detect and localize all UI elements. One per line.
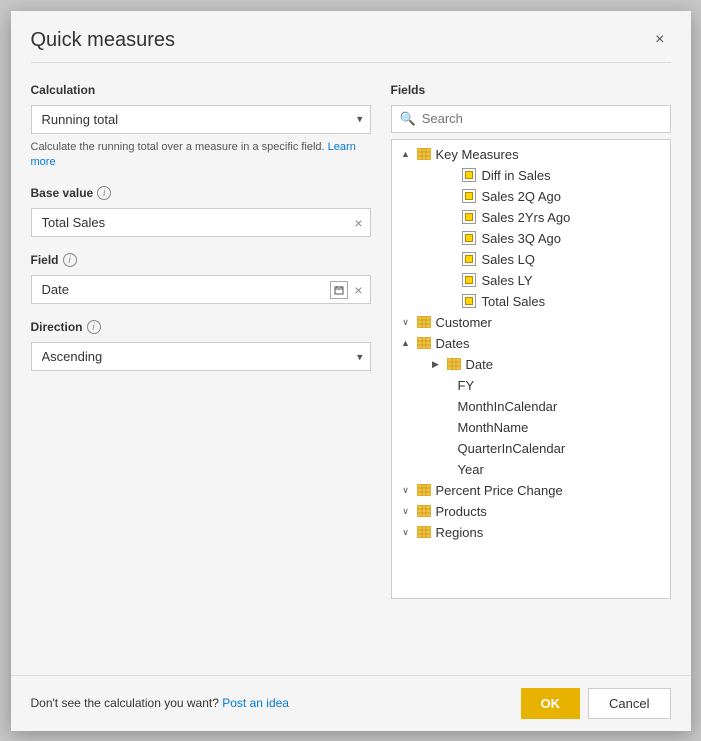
measure-icon	[462, 189, 476, 203]
field-item-sales-2q-ago[interactable]: Sales 2Q Ago	[392, 186, 670, 207]
products-table-icon	[416, 504, 432, 518]
search-input[interactable]	[422, 111, 662, 126]
fields-tree: ▲ Key Measures	[391, 139, 671, 599]
tree-group-dates[interactable]: ▲ Dates	[392, 333, 670, 354]
tree-folder-date[interactable]: ▶ Date	[392, 354, 670, 375]
direction-info-icon: i	[87, 320, 101, 334]
tree-group-regions[interactable]: ∨ Regions	[392, 522, 670, 543]
regions-chevron: ∨	[400, 527, 412, 538]
field-label-sales-ly: Sales LY	[482, 273, 533, 288]
regions-table-icon	[416, 525, 432, 539]
base-value-input-wrapper: ×	[31, 208, 371, 237]
date-folder-label: Date	[466, 357, 493, 372]
products-chevron: ∨	[400, 506, 412, 517]
field-clear-button[interactable]: ×	[352, 282, 364, 298]
field-item-year[interactable]: Year	[392, 459, 670, 480]
field-label-sales-3q-ago: Sales 3Q Ago	[482, 231, 562, 246]
field-item-sales-lq[interactable]: Sales LQ	[392, 249, 670, 270]
customer-table-icon	[416, 315, 432, 329]
measure-icon	[462, 273, 476, 287]
field-item-monthincalendar[interactable]: MonthInCalendar	[392, 396, 670, 417]
field-calendar-icon	[330, 281, 348, 299]
tree-group-customer[interactable]: ∨ Customer	[392, 312, 670, 333]
field-label-diff-in-sales: Diff in Sales	[482, 168, 551, 183]
key-measures-chevron: ▲	[400, 149, 412, 159]
quick-measures-dialog: Quick measures × Calculation Running tot…	[11, 11, 691, 731]
key-measures-label: Key Measures	[436, 147, 519, 162]
dialog-title: Quick measures	[31, 29, 176, 52]
calculation-select-wrapper: Running total Moving average Year-to-dat…	[31, 105, 371, 134]
customer-label: Customer	[436, 315, 492, 330]
calculation-select[interactable]: Running total Moving average Year-to-dat…	[31, 105, 371, 134]
tree-group-products[interactable]: ∨ Products	[392, 501, 670, 522]
direction-label: Direction	[31, 320, 83, 334]
key-measures-table-icon	[416, 147, 432, 161]
dates-table-icon	[416, 336, 432, 350]
regions-label: Regions	[436, 525, 484, 540]
ppc-chevron: ∨	[400, 485, 412, 496]
field-item-monthname[interactable]: MonthName	[392, 417, 670, 438]
direction-section: Direction i	[31, 320, 371, 334]
customer-chevron: ∨	[400, 317, 412, 328]
measure-icon	[462, 231, 476, 245]
search-box[interactable]: 🔍	[391, 105, 671, 133]
footer-link: Don't see the calculation you want? Post…	[31, 696, 289, 710]
measure-icon	[462, 210, 476, 224]
field-item-diff-in-sales[interactable]: Diff in Sales	[392, 165, 670, 186]
left-panel: Calculation Running total Moving average…	[31, 83, 371, 655]
base-value-label: Base value	[31, 186, 94, 200]
footer-buttons: OK Cancel	[521, 688, 671, 719]
calculation-label: Calculation	[31, 83, 371, 97]
field-item-fy[interactable]: FY	[392, 375, 670, 396]
hint-text: Calculate the running total over a measu…	[31, 141, 325, 153]
content-area: Calculation Running total Moving average…	[11, 63, 691, 675]
right-panel: Fields 🔍 ▲	[391, 83, 671, 655]
measure-icon	[462, 294, 476, 308]
dates-label: Dates	[436, 336, 470, 351]
field-item-sales-ly[interactable]: Sales LY	[392, 270, 670, 291]
direction-select[interactable]: Ascending Descending	[31, 342, 371, 371]
field-section: Field i	[31, 253, 371, 267]
base-value-input[interactable]	[31, 208, 371, 237]
ok-button[interactable]: OK	[521, 688, 581, 719]
field-icons-container: ×	[330, 281, 364, 299]
products-label: Products	[436, 504, 487, 519]
tree-group-percent-price-change[interactable]: ∨ Percent Price Change	[392, 480, 670, 501]
title-bar: Quick measures ×	[11, 11, 691, 62]
base-value-section: Base value i	[31, 186, 371, 200]
close-button[interactable]: ×	[649, 29, 670, 51]
tree-group-key-measures[interactable]: ▲ Key Measures	[392, 144, 670, 165]
ppc-table-icon	[416, 483, 432, 497]
calculation-hint: Calculate the running total over a measu…	[31, 140, 371, 171]
field-label-total-sales: Total Sales	[482, 294, 546, 309]
field-info-icon: i	[63, 253, 77, 267]
field-input-wrapper: ×	[31, 275, 371, 304]
measure-icon	[462, 252, 476, 266]
field-item-sales-2yrs-ago[interactable]: Sales 2Yrs Ago	[392, 207, 670, 228]
date-folder-chevron: ▶	[430, 359, 442, 370]
date-folder-icon	[446, 357, 462, 371]
fields-label: Fields	[391, 83, 671, 97]
measure-icon	[462, 168, 476, 182]
field-label-sales-2yrs-ago: Sales 2Yrs Ago	[482, 210, 571, 225]
field-label: Field	[31, 253, 59, 267]
base-value-info-icon: i	[97, 186, 111, 200]
field-item-quarterincalendar[interactable]: QuarterInCalendar	[392, 438, 670, 459]
dates-chevron: ▲	[400, 338, 412, 348]
direction-select-wrapper: Ascending Descending ▾	[31, 342, 371, 371]
base-value-clear-button[interactable]: ×	[352, 215, 364, 231]
cancel-button[interactable]: Cancel	[588, 688, 670, 719]
search-icon: 🔍	[400, 111, 416, 127]
field-item-total-sales[interactable]: Total Sales	[392, 291, 670, 312]
post-idea-link[interactable]: Post an idea	[222, 696, 289, 710]
field-label-sales-2q-ago: Sales 2Q Ago	[482, 189, 562, 204]
field-input[interactable]	[31, 275, 371, 304]
ppc-label: Percent Price Change	[436, 483, 563, 498]
field-item-sales-3q-ago[interactable]: Sales 3Q Ago	[392, 228, 670, 249]
field-label-sales-lq: Sales LQ	[482, 252, 535, 267]
dialog-footer: Don't see the calculation you want? Post…	[11, 675, 691, 731]
